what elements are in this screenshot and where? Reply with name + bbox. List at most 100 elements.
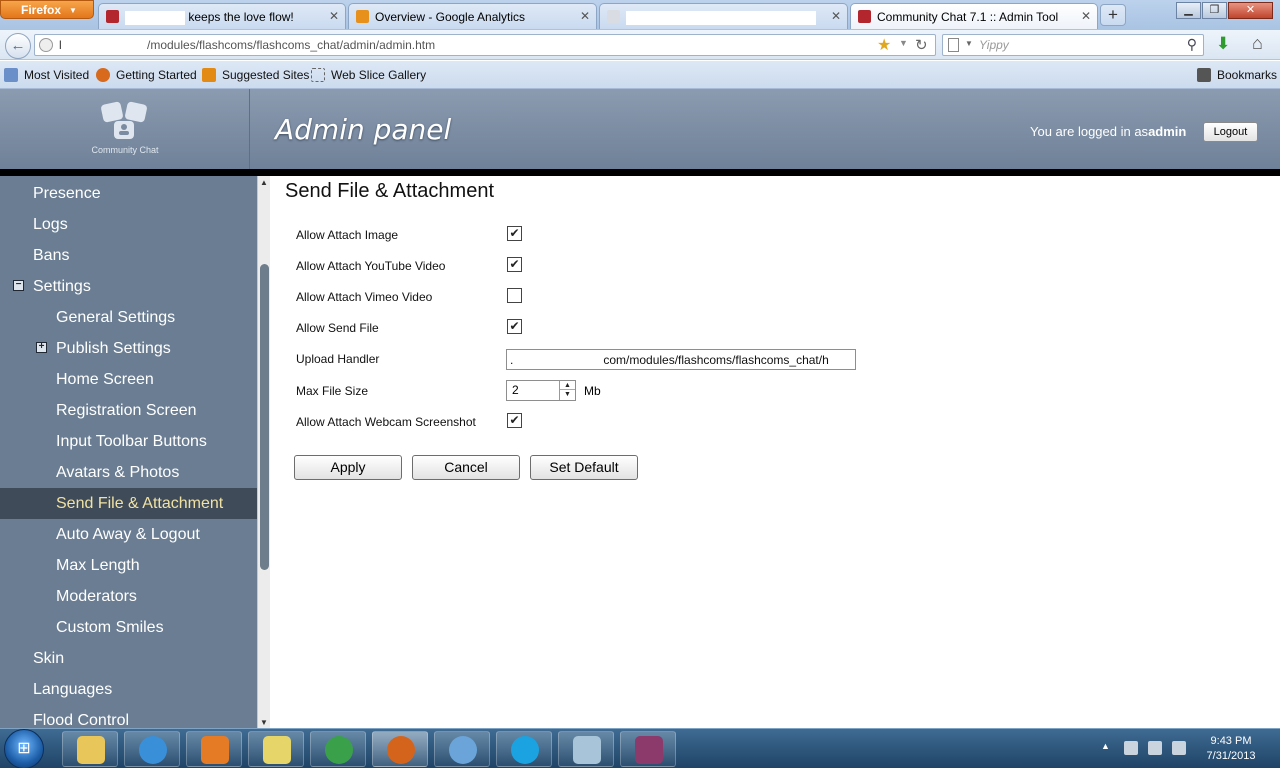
close-tab-icon[interactable]: ✕ [329, 9, 339, 23]
max-file-size-unit: Mb [584, 384, 601, 398]
scroll-down-arrow-icon[interactable]: ▼ [258, 718, 270, 727]
bookmark-star-icon[interactable]: ★ [877, 35, 891, 55]
close-tab-icon[interactable]: ✕ [831, 9, 841, 23]
new-tab-button[interactable]: + [1100, 4, 1126, 26]
scrollbar-thumb[interactable] [260, 264, 269, 570]
close-tab-icon[interactable]: ✕ [1081, 9, 1091, 23]
tab-love-flow[interactable]: keeps the love flow! ✕ [98, 3, 346, 29]
address-bar[interactable]: l /modules/flashcoms/flashcoms_chat/admi… [34, 34, 936, 56]
scroll-up-arrow-icon[interactable]: ▲ [258, 178, 270, 187]
sidebar-item-input-toolbar-buttons[interactable]: Input Toolbar Buttons [0, 426, 257, 457]
bookmark-label: Web Slice Gallery [331, 68, 427, 82]
sidebar-item-flood-control[interactable]: Flood Control [0, 705, 257, 728]
home-icon[interactable]: ⌂ [1252, 33, 1263, 54]
firefox-menu-button[interactable]: Firefox ▼ [0, 0, 94, 19]
bookmark-web-slice-gallery[interactable]: Web Slice Gallery [311, 68, 426, 82]
firefox-icon [96, 68, 110, 82]
show-hidden-icons-icon[interactable]: ▲ [1101, 741, 1110, 751]
taskbar-internet-explorer[interactable] [124, 731, 180, 767]
bookmark-suggested-sites[interactable]: Suggested Sites [202, 68, 309, 82]
most-visited-icon [4, 68, 18, 82]
windows-taskbar: ⊞ ▲ 9:43 PM 7/31/2013 [0, 728, 1280, 768]
volume-muted-icon[interactable] [1172, 741, 1186, 755]
taskbar-winrar[interactable] [620, 731, 676, 767]
minimize-window-icon[interactable]: ▁ [1176, 2, 1201, 19]
taskbar-safari[interactable] [434, 731, 490, 767]
bookmark-label: Most Visited [24, 68, 90, 82]
history-dropdown-icon[interactable]: ▼ [899, 38, 908, 48]
sidebar-item-avatars-photos[interactable]: Avatars & Photos [0, 457, 257, 488]
increment-arrow-icon[interactable]: ▲ [560, 381, 575, 390]
heart-favicon-icon [858, 10, 871, 23]
sidebar-item-home-screen[interactable]: Home Screen [0, 364, 257, 395]
allow-webcam-screenshot-label: Allow Attach Webcam Screenshot [296, 415, 476, 429]
sidebar-scrollbar[interactable]: ▲ ▼ [257, 176, 270, 728]
close-tab-icon[interactable]: ✕ [580, 9, 590, 23]
sidebar-item-custom-smiles[interactable]: Custom Smiles [0, 612, 257, 643]
network-icon[interactable] [1148, 741, 1162, 755]
logout-button[interactable]: Logout [1203, 122, 1258, 142]
close-window-icon[interactable]: ✕ [1228, 2, 1273, 19]
allow-webcam-screenshot-checkbox[interactable]: ✔ [507, 413, 522, 428]
taskbar-app[interactable] [558, 731, 614, 767]
back-arrow-icon[interactable]: ← [5, 33, 31, 59]
cancel-button[interactable]: Cancel [412, 455, 520, 480]
decrement-arrow-icon[interactable]: ▼ [560, 390, 575, 399]
windows-start-icon[interactable]: ⊞ [4, 729, 44, 768]
allow-attach-vimeo-label: Allow Attach Vimeo Video [296, 290, 433, 304]
allow-attach-youtube-checkbox[interactable]: ✔ [507, 257, 522, 272]
sidebar-item-registration-screen[interactable]: Registration Screen [0, 395, 257, 426]
sidebar-item-presence[interactable]: Presence [0, 178, 257, 209]
logo-text: Community Chat [91, 145, 159, 155]
sidebar-item-moderators[interactable]: Moderators [0, 581, 257, 612]
apply-button[interactable]: Apply [294, 455, 402, 480]
search-input[interactable]: ▼ Yippy ⚲ [942, 34, 1204, 56]
tab-google-analytics[interactable]: Overview - Google Analytics ✕ [348, 3, 597, 29]
restore-window-icon[interactable]: ❐ [1202, 2, 1227, 19]
search-engine-icon[interactable] [948, 38, 959, 52]
sidebar-item-publish-settings[interactable]: Publish Settings [0, 333, 257, 364]
max-file-size-value: 2 [512, 383, 519, 397]
bookmark-getting-started[interactable]: Getting Started [96, 68, 197, 82]
redacted-text [125, 10, 185, 25]
system-clock[interactable]: 9:43 PM 7/31/2013 [1196, 734, 1266, 764]
sidebar-item-settings[interactable]: Settings [0, 271, 257, 302]
taskbar-chrome[interactable] [310, 731, 366, 767]
allow-attach-image-checkbox[interactable]: ✔ [507, 226, 522, 241]
taskbar-explorer[interactable] [62, 731, 118, 767]
bookmarks-menu-button[interactable]: Bookmarks [1197, 68, 1277, 82]
chevron-down-icon[interactable]: ▼ [965, 39, 973, 48]
action-center-flag-icon[interactable] [1124, 741, 1138, 755]
upload-handler-input[interactable]: . com/modules/flashcoms/flashcoms_chat/h [506, 349, 856, 370]
suggested-sites-icon [202, 68, 216, 82]
taskbar-notes-app[interactable] [248, 731, 304, 767]
allow-attach-vimeo-checkbox[interactable] [507, 288, 522, 303]
internet-explorer-icon [139, 736, 167, 764]
sidebar-item-languages[interactable]: Languages [0, 674, 257, 705]
upload-handler-label: Upload Handler [296, 352, 380, 366]
reload-icon[interactable]: ↻ [915, 36, 928, 54]
max-file-size-stepper[interactable]: 2 ▲ ▼ [506, 380, 576, 401]
taskbar-skype[interactable] [496, 731, 552, 767]
sidebar-item-general-settings[interactable]: General Settings [0, 302, 257, 333]
allow-send-file-checkbox[interactable]: ✔ [507, 319, 522, 334]
login-status: You are logged in asadmin [1030, 124, 1186, 139]
taskbar-firefox[interactable] [372, 731, 428, 767]
search-icon[interactable]: ⚲ [1187, 36, 1197, 53]
sidebar-item-max-length[interactable]: Max Length [0, 550, 257, 581]
tab-redacted[interactable]: ✕ [599, 3, 848, 29]
sidebar-item-skin[interactable]: Skin [0, 643, 257, 674]
sidebar-item-send-file-attachment[interactable]: Send File & Attachment [0, 488, 257, 519]
tab-community-chat[interactable]: Community Chat 7.1 :: Admin Tool ✕ [850, 3, 1098, 29]
sidebar-item-bans[interactable]: Bans [0, 240, 257, 271]
skype-icon [511, 736, 539, 764]
globe-icon [39, 38, 53, 52]
sidebar-item-logs[interactable]: Logs [0, 209, 257, 240]
download-arrow-icon[interactable]: ⬇ [1216, 34, 1230, 54]
set-default-button[interactable]: Set Default [530, 455, 638, 480]
logo-area: Community Chat [0, 89, 250, 169]
bookmark-most-visited[interactable]: Most Visited [4, 68, 89, 82]
sidebar-item-auto-away-logout[interactable]: Auto Away & Logout [0, 519, 257, 550]
search-placeholder: Yippy [979, 38, 1009, 52]
taskbar-media-player[interactable] [186, 731, 242, 767]
